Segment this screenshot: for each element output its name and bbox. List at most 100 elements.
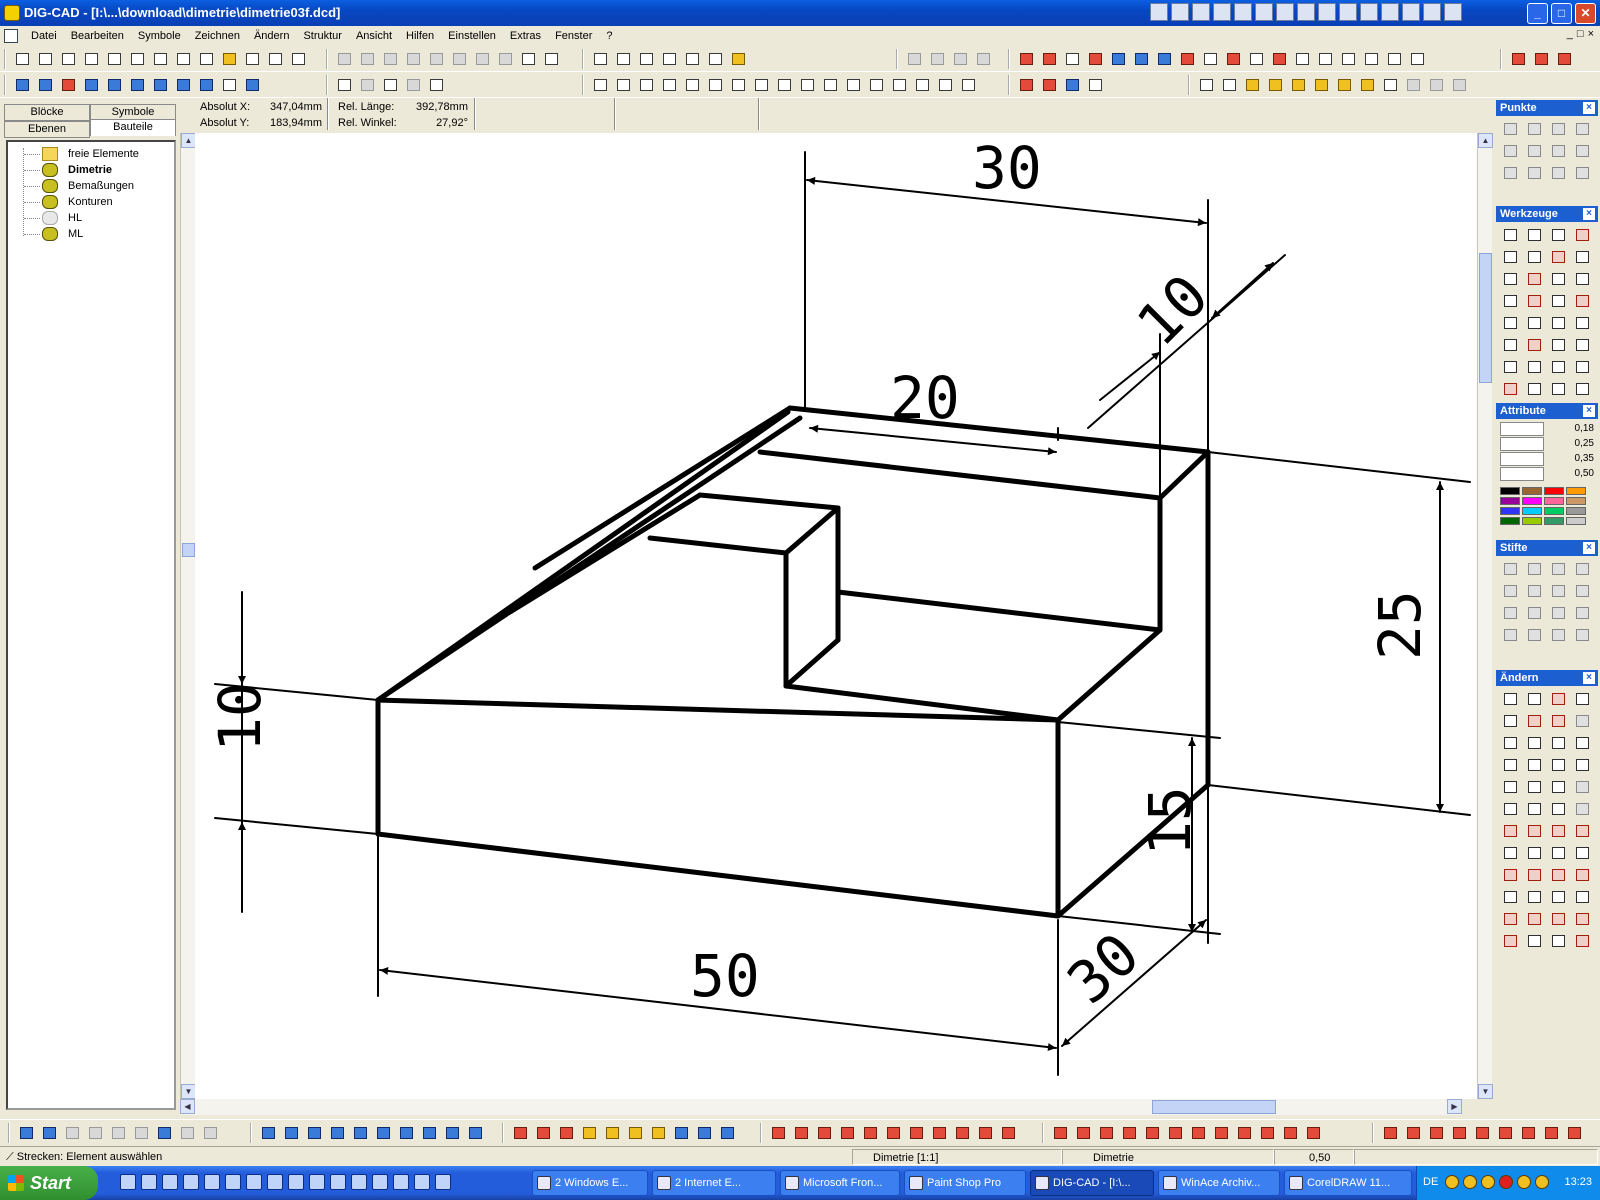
palette-header[interactable]: Stifte × <box>1496 540 1598 556</box>
quicklaunch-icon[interactable] <box>1192 3 1210 21</box>
angle-icon[interactable] <box>659 49 679 69</box>
object-tool-icon[interactable] <box>1246 49 1266 69</box>
modify-tool-icon[interactable] <box>1500 755 1520 775</box>
menu-bearbeiten[interactable]: Bearbeiten <box>64 26 131 46</box>
modify-tool-icon[interactable] <box>768 1123 788 1143</box>
status-layer[interactable]: Dimetrie <box>1062 1149 1274 1165</box>
pen-icon[interactable] <box>1572 291 1592 311</box>
status-pen-width[interactable]: 0,50 <box>1274 1149 1354 1165</box>
line-tool-icon[interactable] <box>281 1123 301 1143</box>
ellipse-tool-icon[interactable] <box>717 1123 737 1143</box>
modify-tool-icon[interactable] <box>1500 843 1520 863</box>
quicklaunch-icon[interactable] <box>1171 3 1189 21</box>
line-icon[interactable] <box>1500 247 1520 267</box>
dimension-tool-icon[interactable] <box>1211 1123 1231 1143</box>
modify-tool-icon[interactable] <box>1572 909 1592 929</box>
line-width-025[interactable]: 0,25 <box>1548 437 1594 451</box>
clock[interactable]: 13:23 <box>1564 1176 1592 1188</box>
mdi-close-button[interactable]: × <box>1588 28 1594 40</box>
dimension-tool-icon[interactable] <box>1165 1123 1185 1143</box>
menu-einstellen[interactable]: Einstellen <box>441 26 503 46</box>
menu-symbole[interactable]: Symbole <box>131 26 188 46</box>
color-swatch[interactable] <box>1500 507 1520 515</box>
component-tool-icon[interactable] <box>1288 75 1308 95</box>
modify-tool-icon[interactable] <box>1524 733 1544 753</box>
structure-tool-icon[interactable] <box>58 75 78 95</box>
modify-tool-icon[interactable] <box>1572 799 1592 819</box>
close-icon[interactable]: × <box>1583 405 1595 417</box>
save-all-icon[interactable] <box>127 49 147 69</box>
structure-tool-icon[interactable] <box>173 75 193 95</box>
quicklaunch-icon[interactable] <box>267 1174 283 1190</box>
modify-tool-icon[interactable] <box>1500 799 1520 819</box>
tree-item-konturen[interactable]: Konturen <box>8 194 174 210</box>
menu-aendern[interactable]: Ändern <box>247 26 296 46</box>
ellipse-tool-icon[interactable] <box>671 1123 691 1143</box>
block-tool-icon[interactable] <box>1062 75 1082 95</box>
dimension-tool-icon[interactable] <box>1119 1123 1139 1143</box>
arc-tool-icon[interactable] <box>602 1123 622 1143</box>
color-swatch[interactable] <box>1544 497 1564 505</box>
color-swatch[interactable] <box>1566 487 1586 495</box>
quicklaunch-icon[interactable] <box>1276 3 1294 21</box>
quicklaunch-icon[interactable] <box>330 1174 346 1190</box>
tab-bloecke[interactable]: Blöcke <box>4 104 90 121</box>
quicklaunch-icon[interactable] <box>414 1174 430 1190</box>
text-edit-icon[interactable] <box>1524 379 1544 399</box>
color-swatch[interactable] <box>1566 507 1586 515</box>
line-style-solid[interactable] <box>1500 422 1544 436</box>
point-tool-icon[interactable] <box>1500 119 1520 139</box>
move-icon[interactable] <box>1572 357 1592 377</box>
circle-tool-icon[interactable] <box>533 1123 553 1143</box>
tray-icon[interactable] <box>1463 1175 1477 1189</box>
modify-tool-icon[interactable] <box>1524 931 1544 951</box>
quicklaunch-icon[interactable] <box>1423 3 1441 21</box>
modify-tool-icon[interactable] <box>1548 733 1568 753</box>
app-icon[interactable] <box>4 5 20 21</box>
color-swatch[interactable] <box>1500 487 1520 495</box>
line-style-dotted[interactable] <box>1500 452 1544 466</box>
object-tool-icon[interactable] <box>1384 49 1404 69</box>
color-swatch[interactable] <box>1500 517 1520 525</box>
menu-help[interactable]: ? <box>599 26 619 46</box>
color-swatch[interactable] <box>1500 497 1520 505</box>
pen-icon[interactable] <box>1500 581 1520 601</box>
manual-icon[interactable] <box>1554 49 1574 69</box>
modify-tool-icon[interactable] <box>1572 821 1592 841</box>
modify-tool-icon[interactable] <box>1572 887 1592 907</box>
dimension-tool-icon[interactable] <box>1188 1123 1208 1143</box>
point-tool-icon[interactable] <box>1500 141 1520 161</box>
context-help-icon[interactable] <box>1508 49 1528 69</box>
point-tool-icon[interactable] <box>1500 163 1520 183</box>
modify-tool-icon[interactable] <box>860 1123 880 1143</box>
point-tool-icon[interactable] <box>1524 119 1544 139</box>
line-tool-icon[interactable] <box>350 1123 370 1143</box>
object-tool-icon[interactable] <box>1223 49 1243 69</box>
circle-tool-icon[interactable] <box>510 1123 530 1143</box>
modify-tool-icon[interactable] <box>1524 843 1544 863</box>
cut-icon[interactable] <box>1548 247 1568 267</box>
ellipse-tool-icon[interactable] <box>694 1123 714 1143</box>
color-swatch[interactable] <box>1522 507 1542 515</box>
measure-icon[interactable] <box>1572 247 1592 267</box>
component-tool-icon[interactable] <box>1334 75 1354 95</box>
task-button[interactable]: Paint Shop Pro <box>904 1170 1026 1196</box>
modify-tool-icon[interactable] <box>1524 865 1544 885</box>
object-tool-icon[interactable] <box>1085 49 1105 69</box>
scroll-up-icon[interactable]: ▲ <box>181 133 196 148</box>
dimension-tool-icon[interactable] <box>1257 1123 1277 1143</box>
task-button[interactable]: 2 Internet E... <box>652 1170 776 1196</box>
zoom-tool-icon[interactable] <box>590 75 610 95</box>
color-swatch[interactable] <box>1566 517 1586 525</box>
save-as-icon[interactable] <box>104 49 124 69</box>
quicklaunch-icon[interactable] <box>1255 3 1273 21</box>
extra-tool-icon[interactable] <box>1541 1123 1561 1143</box>
quicklaunch-icon[interactable] <box>393 1174 409 1190</box>
pen-icon[interactable] <box>1524 559 1544 579</box>
structure-tool-icon[interactable] <box>81 75 101 95</box>
menu-datei[interactable]: Datei <box>24 26 64 46</box>
pen-icon[interactable] <box>1524 625 1544 645</box>
point-tool-icon[interactable] <box>1572 141 1592 161</box>
pen-icon[interactable] <box>1524 581 1544 601</box>
quicklaunch-icon[interactable] <box>1150 3 1168 21</box>
